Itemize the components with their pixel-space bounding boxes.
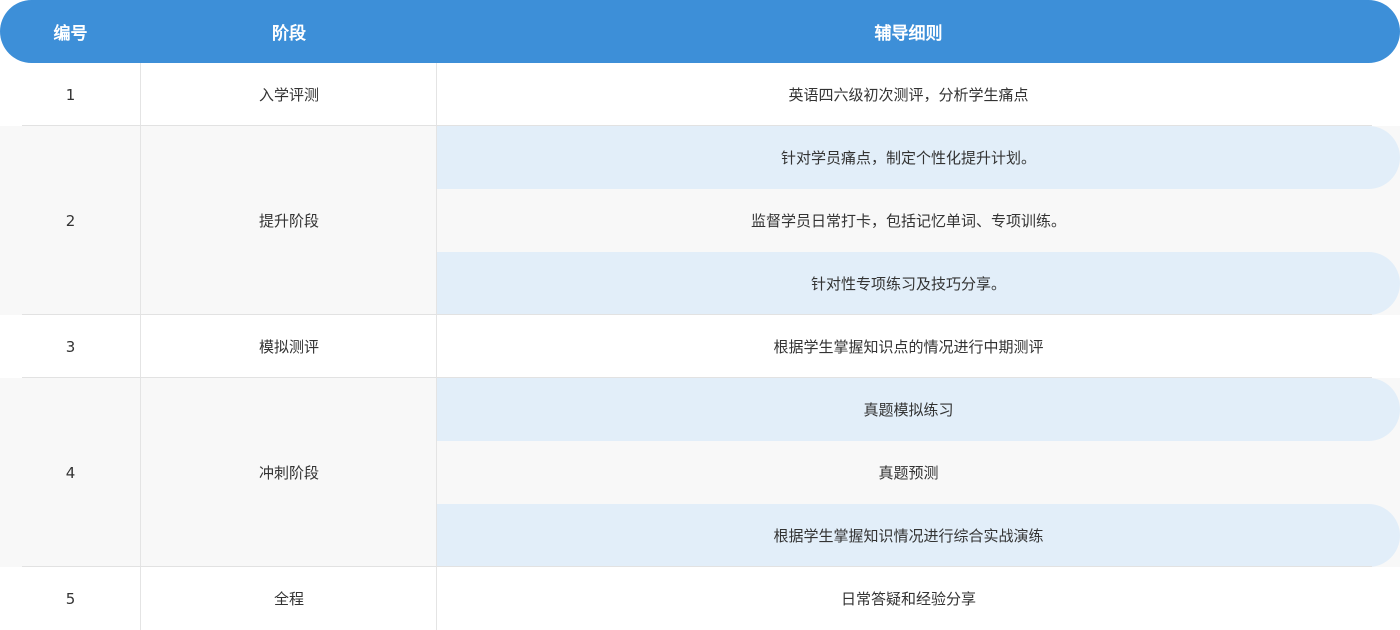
row-number: 5 [65, 589, 76, 608]
row-detail: 真题预测 [437, 441, 1400, 504]
row-detail: 根据学生掌握知识情况进行综合实战演练 [437, 504, 1400, 567]
row-detail-text: 针对学员痛点，制定个性化提升计划。 [780, 149, 1036, 167]
row-stage: 冲刺阶段 [258, 464, 319, 482]
table-row-4: 4 冲刺阶段 真题模拟练习 真题预测 根据学生掌握知识情况进行综合实战演练 [0, 378, 1400, 567]
table-row-3: 3 模拟测评 根据学生掌握知识点的情况进行中期测评 [0, 315, 1400, 378]
row-stage: 提升阶段 [258, 212, 319, 230]
table-row-1: 1 入学评测 英语四六级初次测评，分析学生痛点 [0, 63, 1400, 126]
row-stage: 模拟测评 [258, 338, 319, 356]
row-detail-text: 真题预测 [878, 464, 939, 482]
row-number: 3 [65, 337, 76, 356]
row-detail-text: 监督学员日常打卡，包括记忆单词、专项训练。 [750, 212, 1066, 230]
row-detail: 真题模拟练习 [437, 378, 1400, 441]
row-detail: 监督学员日常打卡，包括记忆单词、专项训练。 [437, 189, 1400, 252]
table-row-5: 5 全程 日常答疑和经验分享 [0, 567, 1400, 630]
row-number: 1 [65, 85, 76, 104]
row-detail-text: 根据学生掌握知识点的情况进行中期测评 [773, 338, 1044, 356]
row-number: 2 [65, 211, 76, 230]
tutoring-plan-table: 编号 阶段 辅导细则 1 入学评测 英语四六级初次测评，分析学生痛点 2 提升阶… [0, 0, 1400, 630]
table-header: 编号 阶段 辅导细则 [0, 0, 1400, 63]
table-row-2: 2 提升阶段 针对学员痛点，制定个性化提升计划。 监督学员日常打卡，包括记忆单词… [0, 126, 1400, 315]
row-detail-text: 英语四六级初次测评，分析学生痛点 [788, 86, 1029, 104]
row-detail: 针对性专项练习及技巧分享。 [437, 252, 1400, 315]
row-number: 4 [65, 463, 76, 482]
header-number: 编号 [53, 24, 88, 44]
row-detail-text: 真题模拟练习 [863, 401, 954, 419]
row-stage: 全程 [273, 590, 304, 608]
row-detail-text: 根据学生掌握知识情况进行综合实战演练 [773, 527, 1044, 545]
header-detail: 辅导细则 [874, 24, 943, 44]
row-detail-text: 针对性专项练习及技巧分享。 [810, 275, 1006, 293]
header-stage: 阶段 [272, 24, 306, 44]
row-detail-text: 日常答疑和经验分享 [840, 590, 976, 608]
row-detail: 英语四六级初次测评，分析学生痛点 [437, 63, 1400, 126]
row-detail: 日常答疑和经验分享 [437, 567, 1400, 630]
row-stage: 入学评测 [258, 86, 319, 104]
row-detail: 针对学员痛点，制定个性化提升计划。 [437, 126, 1400, 189]
row-detail: 根据学生掌握知识点的情况进行中期测评 [437, 315, 1400, 378]
